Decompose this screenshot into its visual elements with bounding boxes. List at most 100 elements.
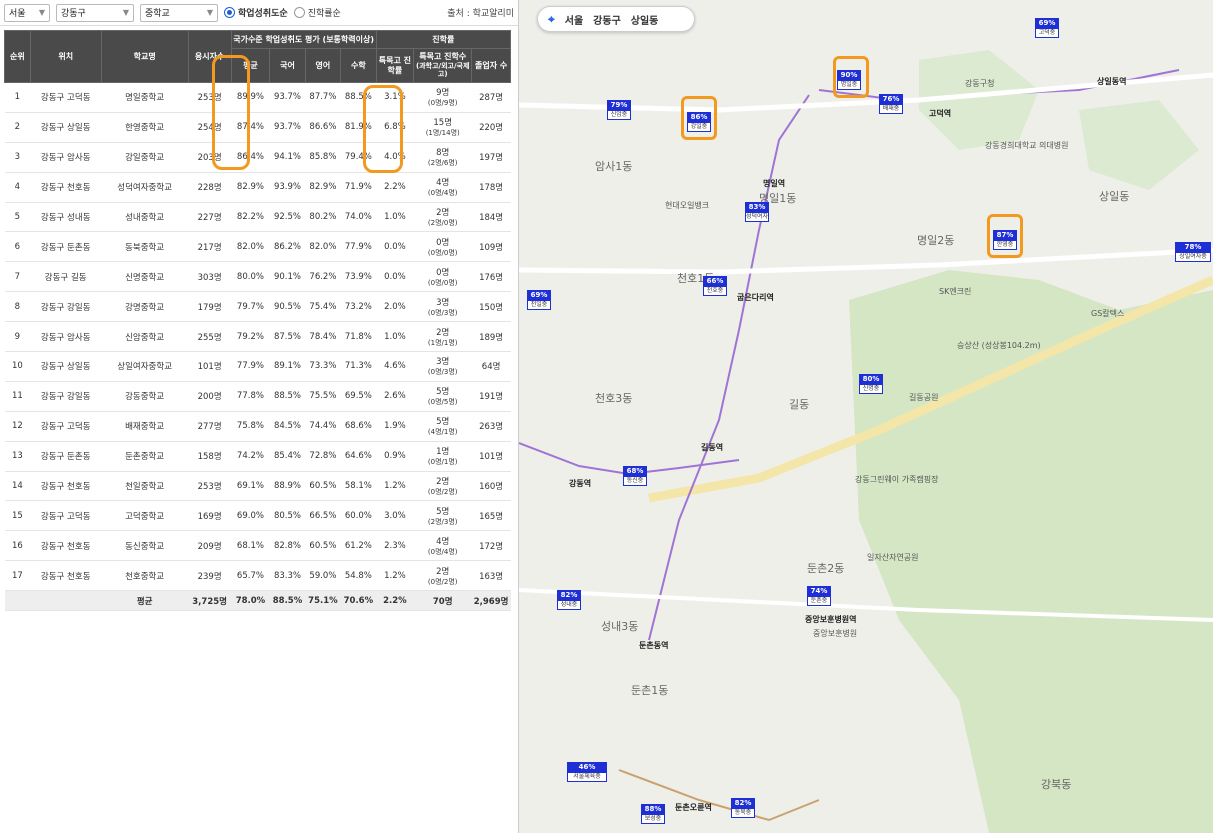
table-row[interactable]: 8 강동구 강일동 강명중학교 179명 79.7% 90.5% 75.4% 73.2% 2.0…	[4, 291, 511, 323]
crumb-district[interactable]: 강동구	[593, 12, 621, 27]
school-marker[interactable]: 78% 상일여자중	[1175, 242, 1211, 262]
school-marker[interactable]: 68% 동신중	[623, 466, 647, 486]
school-marker[interactable]: 46% 서울체육중	[567, 762, 607, 782]
school-marker[interactable]: 82% 성내중	[557, 590, 581, 610]
cell-kor: 94.1%	[269, 142, 306, 173]
cell-kor: 86.2%	[269, 231, 306, 263]
chevron-down-icon: ▼	[122, 8, 129, 17]
table-row[interactable]: 15 강동구 고덕동 고덕중학교 169명 69.0% 80.5% 66.5% 60.0% 3.…	[4, 500, 511, 532]
cell-name: 한영중학교	[101, 112, 189, 143]
location-breadcrumb[interactable]: ⌖ 서울 강동구 상일동	[537, 6, 695, 32]
cell-r: 10	[4, 351, 31, 382]
cell-kor: 90.5%	[269, 291, 306, 323]
special-count-detail: (2명/0명)	[427, 219, 458, 227]
cell-avg: 65.7%	[231, 560, 270, 592]
special-count-detail: (1명/1명)	[427, 338, 458, 347]
school-marker[interactable]: 66% 천호중	[703, 276, 727, 296]
area-label: 강북동	[1041, 778, 1072, 791]
station-label: 강동역	[569, 479, 592, 488]
area-label: 성내3동	[601, 620, 639, 633]
cell-math: 71.8%	[340, 321, 377, 353]
marker-name: 서울체육중	[567, 772, 607, 782]
table-row[interactable]: 17 강동구 천호동 천호중학교 239명 65.7% 83.3% 59.0% 54.8% 1.…	[4, 560, 511, 592]
marker-name: 상일여자중	[1175, 252, 1211, 262]
district-select[interactable]: 강동구 ▼	[56, 3, 134, 22]
table-row[interactable]: 9 강동구 암사동 신암중학교 255명 79.2% 87.5% 78.4% 71.8% 1.0…	[4, 321, 511, 353]
special-count: 15명	[433, 118, 453, 129]
table-row[interactable]: 1 강동구 고덕동 명일중학교 253명 89.9% 93.7% 87.7% 88.5% 3.1…	[4, 82, 511, 113]
cell-cnt: 2명 (1명/1명)	[413, 321, 472, 353]
cell-kor: 80.5%	[269, 500, 306, 532]
cell-kor: 89.1%	[269, 351, 306, 382]
school-marker[interactable]: 79% 신암중	[607, 100, 631, 120]
cell-math: 60.0%	[340, 500, 377, 532]
school-marker[interactable]: 80% 신명중	[859, 374, 883, 394]
table-row[interactable]: 2 강동구 상일동 한영중학교 254명 87.4% 93.7% 86.6% 81.9% 6.8…	[4, 112, 511, 143]
special-count-detail: (0명/3명)	[427, 308, 458, 317]
cell-rate: 2.0%	[376, 291, 414, 323]
table-row[interactable]: 13 강동구 둔촌동 둔촌중학교 158명 74.2% 85.4% 72.8% 64.6% 0.…	[4, 441, 511, 472]
crumb-city[interactable]: 서울	[565, 12, 583, 27]
school-marker[interactable]: 74% 둔촌중	[807, 586, 831, 606]
table-row[interactable]: 7 강동구 길동 신명중학교 303명 80.0% 90.1% 76.2% 73.9% 0.0%…	[4, 261, 511, 293]
school-marker[interactable]: 69% 고덕중	[1035, 18, 1059, 38]
cell-loc: 강동구 고덕동	[30, 82, 102, 113]
cell-r: 3	[4, 142, 31, 173]
cell-grad: 64명	[471, 351, 511, 382]
school-type-select[interactable]: 중학교 ▼	[140, 3, 218, 22]
chevron-down-icon: ▼	[206, 8, 213, 17]
special-count: 8명	[436, 148, 450, 159]
cell-grad: 165명	[471, 500, 511, 532]
cell-cnt: 5명 (0명/5명)	[413, 381, 472, 412]
cell-avg: 68.1%	[231, 530, 270, 562]
school-type-value: 중학교	[145, 9, 170, 19]
cell-kor: 90.1%	[269, 261, 306, 293]
table-row[interactable]: 11 강동구 강일동 강동중학교 200명 77.8% 88.5% 75.5% 69.5% 2.…	[4, 381, 511, 412]
main-road	[519, 247, 1213, 275]
sort-academic-radio[interactable]: 학업성취도순	[224, 6, 288, 19]
cell-avg: 69.0%	[231, 500, 270, 532]
cell-loc: 강동구 둔촌동	[30, 231, 102, 263]
marker-name: 성내중	[557, 600, 581, 610]
special-count: 1명	[436, 447, 450, 458]
school-marker[interactable]: 82% 동북중	[731, 798, 755, 818]
table-row[interactable]: 5 강동구 성내동 성내중학교 227명 82.2% 92.5% 80.2% 74.0% 1.0…	[4, 202, 511, 233]
table-row[interactable]: 10 강동구 상일동 상일여자중학교 101명 77.9% 89.1% 73.3% 71.3%…	[4, 351, 511, 382]
table-row[interactable]: 12 강동구 고덕동 배재중학교 277명 75.8% 84.5% 74.4% 68.6% 1.…	[4, 411, 511, 442]
cell-name: 둔촌중학교	[101, 441, 189, 472]
cell-loc: 강동구 암사동	[30, 142, 102, 173]
table-row[interactable]: 3 강동구 암사동 강일중학교 203명 86.4% 94.1% 85.8% 79.4% 4.0…	[4, 142, 511, 173]
special-count: 2명	[436, 566, 450, 577]
cell-eng: 75.4%	[305, 291, 341, 323]
crumb-dong[interactable]: 상일동	[631, 12, 659, 27]
cell-loc: 강동구 강일동	[30, 291, 102, 323]
table-row[interactable]: 4 강동구 천호동 성덕여자중학교 228명 82.9% 93.9% 82.9% 71.9% 2…	[4, 172, 511, 203]
cell-math: 73.9%	[340, 261, 377, 293]
region-select[interactable]: 서울 ▼	[4, 3, 50, 22]
school-marker[interactable]: 76% 배재중	[879, 94, 903, 114]
cell-avg: 82.9%	[231, 172, 270, 203]
school-marker[interactable]: 69% 천일중	[527, 290, 551, 310]
marker-name: 천호중	[703, 286, 727, 296]
sort-academic-label: 학업성취도순	[238, 9, 288, 19]
cell-avg: 77.8%	[231, 381, 270, 412]
table-row[interactable]: 14 강동구 천호동 천일중학교 253명 69.1% 88.9% 60.5% 58.1% 1.…	[4, 471, 511, 502]
school-marker[interactable]: 83%성덕여자중	[745, 202, 769, 222]
cell-loc: 강동구 상일동	[30, 112, 102, 143]
table-row[interactable]: 16 강동구 천호동 동신중학교 209명 68.1% 82.8% 60.5% 61.2% 2.…	[4, 530, 511, 562]
cell-loc: 강동구 천호동	[30, 172, 102, 203]
school-marker[interactable]: 88% 보성중	[641, 804, 665, 824]
header-special-rate: 특목고 진학률	[375, 48, 415, 83]
cell-avg: 69.1%	[231, 471, 270, 502]
table-row[interactable]: 6 강동구 둔촌동 동북중학교 217명 82.0% 86.2% 82.0% 77.9% 0.0…	[4, 231, 511, 263]
special-count-detail: (0명/4명)	[427, 547, 458, 556]
cell-kor: 88.9%	[269, 471, 306, 502]
map-view[interactable]: ⌖ 서울 강동구 상일동 명일1동 명일2동 천호1동 천호3동 길동 둔촌2동…	[519, 0, 1213, 833]
sort-advance-radio[interactable]: 진학률순	[293, 6, 341, 19]
cell-name: 천호중학교	[101, 560, 189, 592]
total-cell: 70명	[413, 590, 472, 612]
cell-cnt: 8명 (2명/6명)	[413, 142, 472, 173]
special-count: 2명	[436, 477, 450, 488]
crosshair-icon[interactable]: ⌖	[548, 12, 555, 27]
header-graduates: 졸업자 수	[471, 48, 511, 83]
